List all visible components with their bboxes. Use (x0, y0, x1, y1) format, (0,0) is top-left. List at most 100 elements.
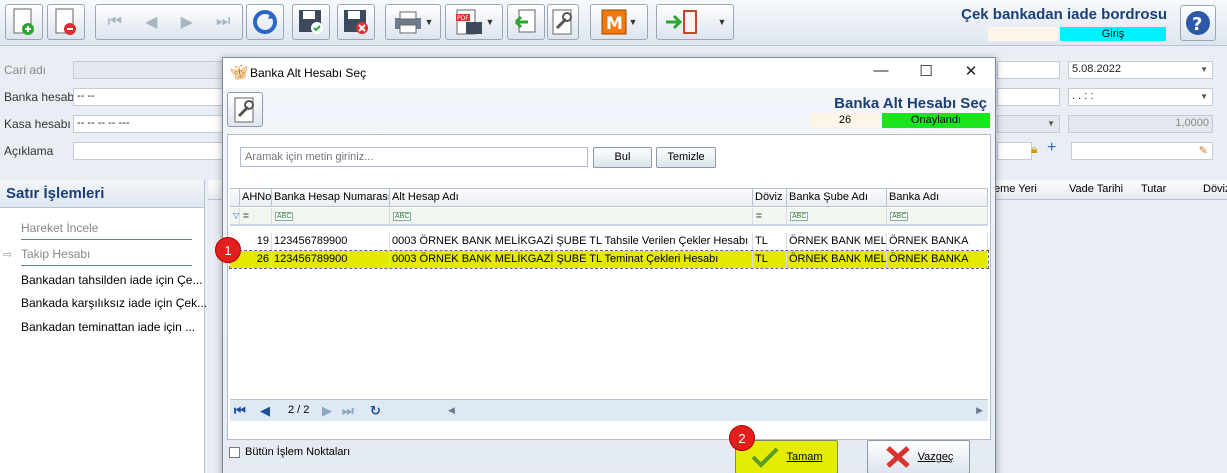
all-points-label: Bütün İşlem Noktaları (245, 446, 351, 458)
next-record-icon[interactable]: ▶ (181, 12, 193, 32)
exchange-rate-field[interactable]: 1,0000 (1068, 115, 1213, 133)
help-button[interactable]: ? (1180, 5, 1216, 41)
refresh-button[interactable] (246, 4, 284, 40)
cell-sub-account-name: 0003 ÖRNEK BANK MELİKGAZİ ŞUBE TL Temina… (390, 251, 753, 268)
menu-item-inspect-movement[interactable]: Hareket İncele (21, 221, 98, 235)
filter-icon[interactable]: ▽ (230, 208, 240, 226)
annotation-marker-2: 2 (729, 425, 755, 451)
approval-status: Onaylandı (882, 113, 990, 128)
form-field-right-1[interactable] (997, 61, 1060, 79)
grid-header: AHNo Banka Hesap Numarası Alt Hesap Adı … (230, 189, 988, 207)
bg-col-place[interactable]: eme Yeri (994, 183, 1037, 195)
cari-field[interactable] (73, 61, 223, 79)
bank-sub-account-dialog: 🦋︎ Banka Alt Hesabı Seç — ☐ ✕ Banka Alt … (222, 57, 996, 473)
svg-text:PDF: PDF (457, 15, 469, 22)
tools-button[interactable] (547, 4, 579, 40)
time-field[interactable]: . . : : ▼ (1068, 88, 1213, 106)
currency-field[interactable]: ▼ (997, 115, 1060, 133)
col-ahno[interactable]: AHNo (240, 189, 272, 207)
import-arrow-icon (514, 9, 536, 33)
menu-item-follow-account[interactable]: Takip Hesabı (21, 247, 90, 261)
bg-col-currency[interactable]: Döviz (1203, 183, 1227, 195)
filter-account-number[interactable]: ABC (272, 208, 390, 226)
form-field-right-3[interactable] (997, 142, 1032, 160)
col-currency[interactable]: Döviz (753, 189, 787, 207)
tag-field[interactable]: ✎ (1071, 142, 1213, 160)
row-actions-title: Satır İşlemleri (0, 180, 204, 208)
description-field[interactable] (73, 142, 223, 160)
print-button[interactable]: ▼ (385, 4, 441, 40)
chevron-down-icon: ▼ (1200, 65, 1208, 74)
annotation-marker-1: 1 (215, 237, 241, 263)
filter-bank-name[interactable]: ABC (887, 208, 988, 226)
refresh-grid-icon[interactable]: ↻ (370, 403, 381, 419)
wrench-icon (552, 9, 572, 35)
clear-button[interactable]: Temizle (656, 147, 716, 168)
add-icon[interactable]: + (1047, 139, 1056, 157)
delete-document-button[interactable] (47, 4, 85, 40)
date-field[interactable]: 5.08.2022 ▼ (1068, 61, 1213, 79)
lock-icon: 🔒︎ (1031, 142, 1038, 156)
menu-item-guarantee-return[interactable]: Bankadan teminattan iade için ... (21, 320, 195, 334)
grid-filter-row: ▽ = ABC ABC = ABC ABC (230, 208, 988, 226)
col-sub-account-name[interactable]: Alt Hesap Adı (390, 189, 753, 207)
previous-page-icon[interactable]: ◀ (260, 403, 270, 419)
dialog-tools-button[interactable] (227, 92, 263, 127)
scroll-left-icon[interactable]: ◀ (448, 405, 455, 416)
table-row[interactable]: 19 123456789900 0003 ÖRNEK BANK MELİKGAZ… (230, 233, 988, 250)
printer-icon (394, 11, 421, 34)
table-row-selected[interactable]: 26 123456789900 0003 ÖRNEK BANK MELİKGAZ… (229, 250, 989, 269)
app-title: Çek bankadan iade bordrosu (961, 6, 1167, 23)
cash-account-field[interactable]: -- -- -- -- --- (73, 115, 223, 133)
cell-branch-name: ÖRNEK BANK MELİK (787, 251, 887, 268)
module-button[interactable]: M ▼ (590, 4, 648, 40)
first-page-icon[interactable]: ⏮ (234, 403, 246, 419)
document-number-box (988, 27, 1058, 41)
import-button[interactable] (507, 4, 545, 40)
col-account-number[interactable]: Banka Hesap Numarası (272, 189, 390, 207)
maximize-icon[interactable]: ☐ (911, 62, 941, 84)
menu-item-bounced-return[interactable]: Bankada karşılıksız iade için Çek... (21, 296, 207, 310)
find-button[interactable]: Bul (593, 147, 652, 168)
module-m-icon: M (601, 9, 627, 35)
chevron-down-icon: ▼ (628, 17, 638, 27)
next-page-icon[interactable]: ▶ (322, 403, 332, 419)
cell-ahno: 19 (240, 233, 272, 250)
last-page-icon[interactable]: ⏭ (342, 403, 354, 419)
main-toolbar: ⏮ ◀ ▶ ⏭ ▼ PDF ▼ M ▼ ▼ Çek bankadan iade … (0, 0, 1227, 46)
cari-label: Cari adı (4, 63, 47, 77)
butterfly-icon: 🦋︎ (230, 64, 248, 80)
save-button[interactable] (292, 4, 330, 40)
filter-ahno[interactable]: = (240, 208, 272, 226)
bank-account-field[interactable]: -- -- (73, 88, 223, 106)
cell-branch-name: ÖRNEK BANK MELİK (787, 233, 887, 250)
cell-account-number: 123456789900 (272, 251, 390, 268)
filter-currency[interactable]: = (753, 208, 787, 226)
new-document-button[interactable] (5, 4, 43, 40)
dialog-heading: Banka Alt Hesabı Seç (834, 95, 987, 112)
scroll-right-icon[interactable]: ▶ (976, 405, 983, 416)
all-points-checkbox-row[interactable]: Bütün İşlem Noktaları (229, 446, 350, 458)
menu-item-collection-return[interactable]: Bankadan tahsilden iade için Çe... (21, 273, 202, 287)
close-icon[interactable]: ✕ (956, 62, 986, 84)
previous-record-icon[interactable]: ◀ (145, 12, 157, 32)
bg-col-amount[interactable]: Tutar (1141, 183, 1166, 195)
all-points-checkbox[interactable] (229, 446, 240, 458)
dialog-title-bar: 🦋︎ Banka Alt Hesabı Seç — ☐ ✕ (223, 58, 995, 88)
filter-branch-name[interactable]: ABC (787, 208, 887, 226)
wrench-icon (234, 97, 254, 122)
col-branch-name[interactable]: Banka Şube Adı (787, 189, 887, 207)
minimize-icon[interactable]: — (866, 62, 896, 84)
bg-col-due-date[interactable]: Vade Tarihi (1069, 183, 1123, 195)
col-bank-name[interactable]: Banka Adı (887, 189, 988, 207)
filter-sub-account-name[interactable]: ABC (390, 208, 753, 226)
last-record-icon[interactable]: ⏭ (216, 13, 230, 31)
pdf-export-button[interactable]: PDF ▼ (445, 4, 503, 40)
form-field-right-2[interactable] (997, 88, 1060, 106)
exit-button[interactable]: ▼ (656, 4, 734, 40)
search-input[interactable] (240, 147, 588, 167)
cancel-label: Vazgeç (917, 451, 954, 463)
cancel-button[interactable]: Vazgeç (867, 440, 970, 473)
first-record-icon[interactable]: ⏮ (108, 13, 122, 31)
save-close-button[interactable] (337, 4, 375, 40)
